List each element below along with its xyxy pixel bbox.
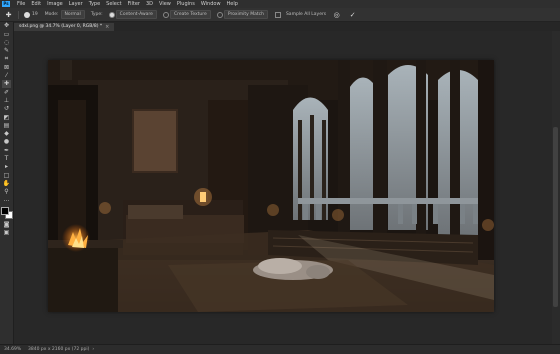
brush-preset-icon[interactable] [24, 11, 30, 18]
mode-select[interactable]: Normal [60, 10, 85, 19]
angle-icon[interactable]: ✓ [348, 10, 357, 19]
proximity-match-option[interactable]: Proximity Match [223, 10, 268, 19]
close-tab-icon[interactable]: × [105, 23, 109, 31]
pressure-size-icon[interactable]: ◎ [332, 10, 341, 19]
status-menu-arrow-icon[interactable]: › [92, 347, 94, 352]
sample-all-layers-checkbox[interactable] [274, 11, 281, 18]
zoom-level[interactable]: 34.69% [4, 347, 26, 352]
content-aware-option[interactable]: Content-Aware [115, 10, 157, 19]
spot-healing-tool-icon[interactable]: ✚ [2, 80, 11, 88]
eraser-tool-icon[interactable]: ◩ [2, 113, 11, 121]
color-swatches[interactable] [1, 206, 13, 219]
lasso-tool-icon[interactable]: ◌ [2, 39, 11, 47]
sample-all-layers-label[interactable]: Sample All Layers [286, 12, 326, 17]
brush-tool-icon[interactable]: ✐ [2, 88, 11, 96]
menu-image[interactable]: Image [44, 1, 66, 7]
rectangle-tool-icon[interactable]: □ [2, 171, 11, 179]
menu-plugins[interactable]: Plugins [174, 1, 198, 7]
eyedropper-tool-icon[interactable]: ⁄ [2, 72, 11, 80]
blur-tool-icon[interactable]: ◆ [2, 130, 11, 138]
foreground-color-swatch[interactable] [1, 206, 9, 215]
menu-window[interactable]: Window [198, 1, 224, 7]
document-info: 3840 px x 2160 px (72 ppi) [28, 347, 90, 352]
clone-stamp-tool-icon[interactable]: ⊥ [2, 97, 11, 105]
gothic-room-image [48, 60, 494, 312]
quick-select-tool-icon[interactable]: ✎ [2, 47, 11, 55]
menu-3d[interactable]: 3D [143, 1, 156, 7]
document-canvas[interactable] [48, 60, 494, 312]
menu-help[interactable]: Help [224, 1, 241, 7]
extra-tool-list: ◙ ▣ [0, 221, 13, 237]
menu-select[interactable]: Select [103, 1, 124, 7]
create-texture-radio[interactable] [162, 11, 169, 18]
hand-tool-icon[interactable]: ✋ [2, 180, 11, 188]
type-label: Type: [90, 12, 103, 17]
menu-edit[interactable]: Edit [28, 1, 44, 7]
menu-layer[interactable]: Layer [66, 1, 86, 7]
photoshop-logo-icon[interactable]: Ps [2, 1, 10, 7]
menu-view[interactable]: View [156, 1, 174, 7]
menu-filter[interactable]: Filter [125, 1, 143, 7]
zoom-tool-icon[interactable]: ⚲ [2, 188, 11, 196]
screen-mode-icon[interactable]: ▣ [2, 229, 11, 237]
document-tab-bar: sdxl.png @ 34.7% (Layer 0, RGB/8) * × [14, 22, 560, 31]
divider [18, 10, 19, 19]
document-tab-title: sdxl.png @ 34.7% (Layer 0, RGB/8) * [19, 24, 103, 29]
options-bar: ✚ 19 Mode: Normal Type: Content-Aware Cr… [0, 8, 560, 22]
menu-type[interactable]: Type [86, 1, 103, 7]
spot-healing-brush-icon[interactable]: ✚ [4, 10, 13, 19]
dodge-tool-icon[interactable]: ● [2, 138, 11, 146]
path-select-tool-icon[interactable]: ▸ [2, 163, 11, 171]
content-aware-radio[interactable] [108, 11, 115, 18]
artboard-tool-icon[interactable]: ▭ [2, 30, 11, 38]
create-texture-option[interactable]: Create Texture [169, 10, 211, 19]
frame-tool-icon[interactable]: ⊠ [2, 63, 11, 71]
pen-tool-icon[interactable]: ✒ [2, 146, 11, 154]
menu-file[interactable]: File [14, 1, 28, 7]
tools-panel: ✥ ▭ ◌ ✎ ⌗ ⊠ ⁄ ✚ ✐ ⊥ ↺ ◩ ▤ ◆ ● ✒ T ▸ □ ✋ ⚲… ◙ ▣ [0, 22, 14, 344]
history-brush-tool-icon[interactable]: ↺ [2, 105, 11, 113]
scrollbar-thumb[interactable] [553, 127, 558, 307]
move-tool-icon[interactable]: ✥ [2, 22, 11, 30]
type-tool-icon[interactable]: T [2, 155, 11, 163]
quick-mask-icon[interactable]: ◙ [2, 221, 11, 229]
mode-label: Mode: [44, 12, 59, 17]
document-tab[interactable]: sdxl.png @ 34.7% (Layer 0, RGB/8) * × [14, 23, 115, 31]
more-tools-icon[interactable]: … [2, 196, 11, 204]
tool-list: ✥ ▭ ◌ ✎ ⌗ ⊠ ⁄ ✚ ✐ ⊥ ↺ ◩ ▤ ◆ ● ✒ T ▸ □ ✋ ⚲… [0, 22, 13, 204]
crop-tool-icon[interactable]: ⌗ [2, 55, 11, 63]
vertical-scrollbar[interactable] [552, 31, 560, 344]
menu-bar: Ps File Edit Image Layer Type Select Fil… [0, 0, 560, 8]
gradient-tool-icon[interactable]: ▤ [2, 122, 11, 130]
brush-size-value[interactable]: 19 [32, 12, 38, 17]
proximity-match-radio[interactable] [216, 11, 223, 18]
